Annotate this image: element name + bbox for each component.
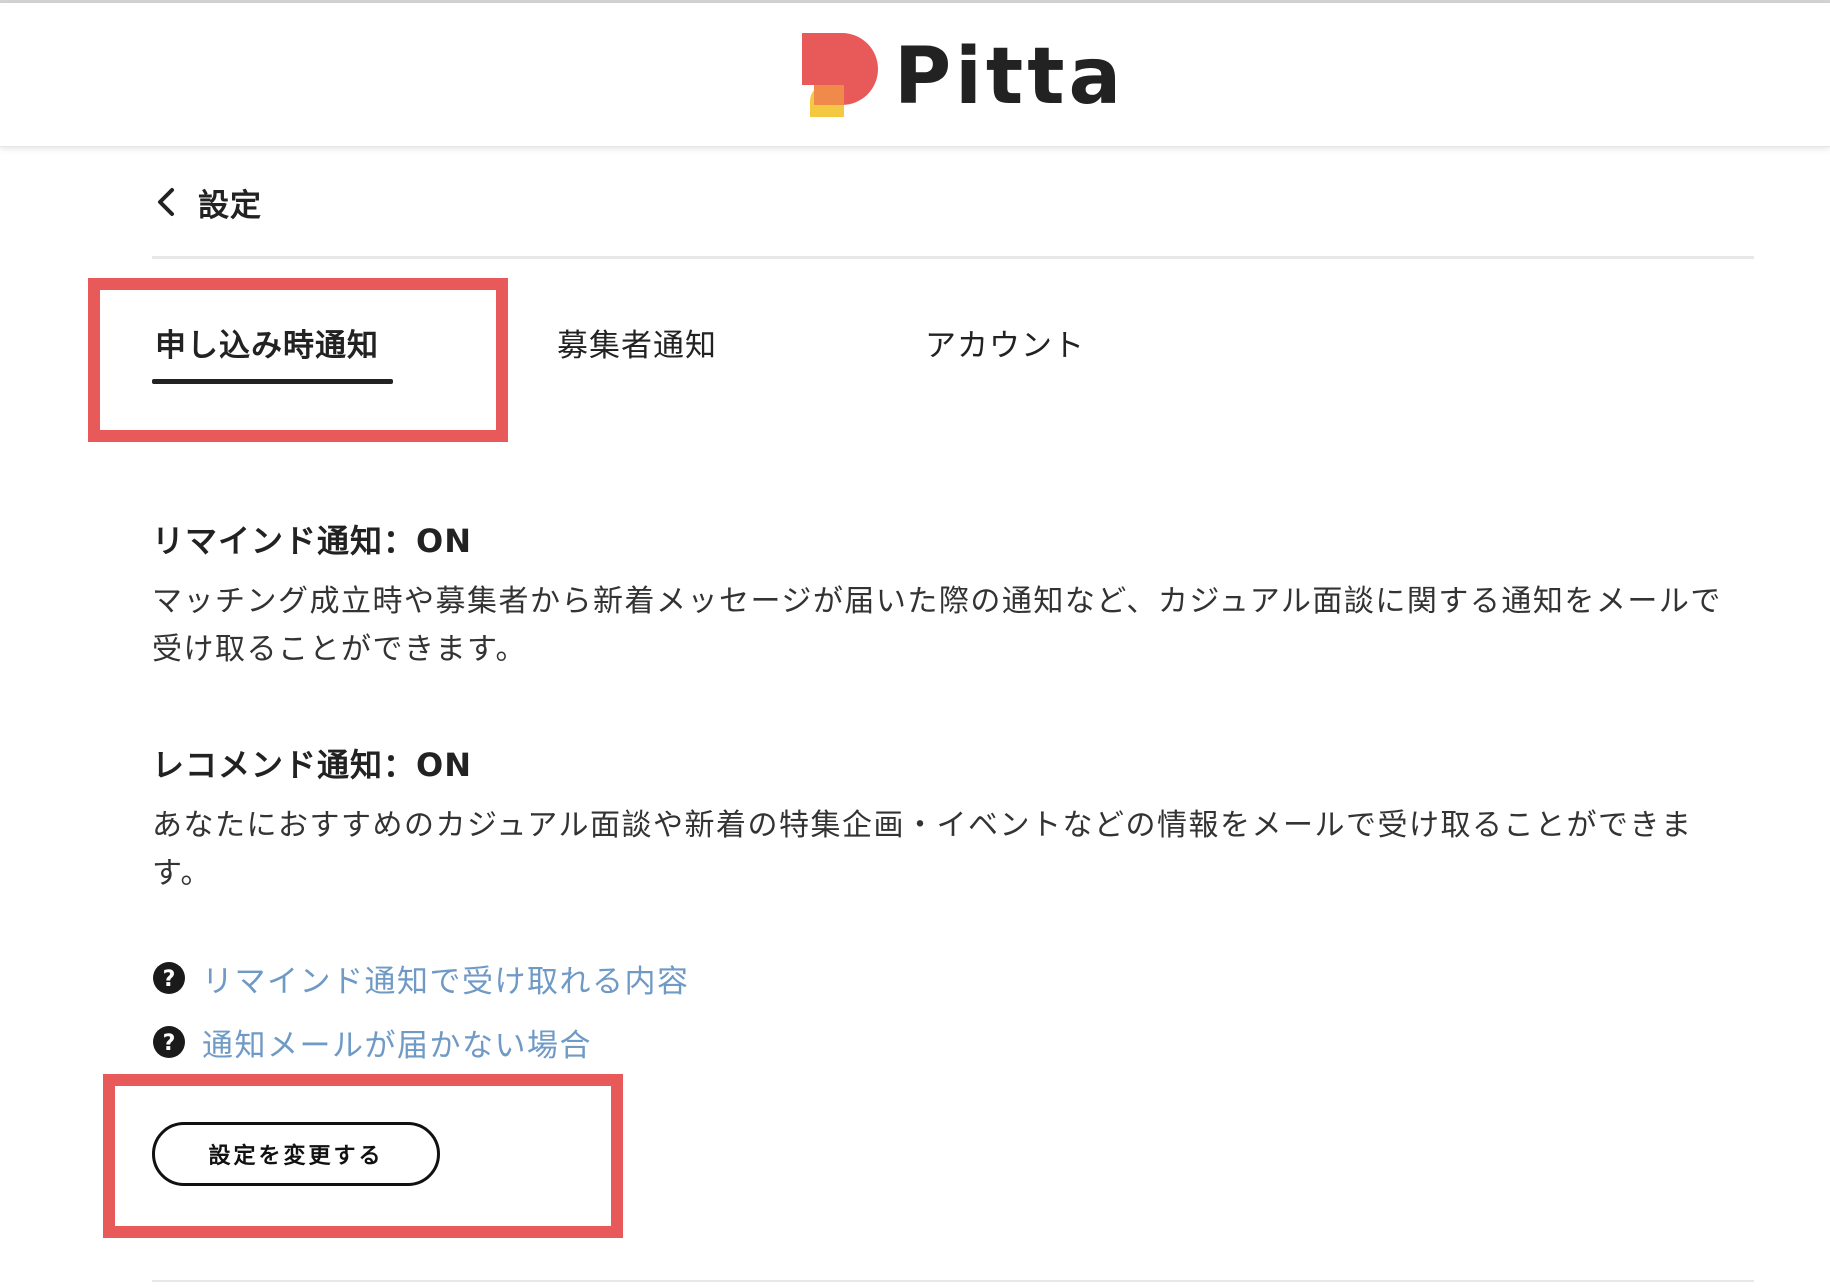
help-link-label[interactable]: 通知メールが届かない場合 bbox=[202, 1020, 592, 1065]
app-header: Pitta bbox=[0, 3, 1830, 147]
tab-account[interactable]: アカウント bbox=[925, 320, 1085, 365]
recommend-notification-title: レコメンド通知：ON bbox=[152, 746, 472, 784]
recommend-notification-description: あなたにおすすめのカジュアル面談や新着の特集企画・イベントなどの情報をメールで受… bbox=[152, 808, 1693, 891]
page-title: 設定 bbox=[198, 187, 262, 224]
tab-highlight-annotation bbox=[88, 278, 508, 442]
tab-recruiter-notification[interactable]: 募集者通知 bbox=[557, 320, 717, 365]
pitta-logo-mark-icon bbox=[802, 33, 878, 117]
header-divider bbox=[152, 256, 1754, 259]
question-circle-icon: ? bbox=[153, 1026, 185, 1058]
help-link-mail-not-received[interactable]: ? 通知メールが届かない場合 bbox=[152, 1020, 592, 1064]
question-circle-icon: ? bbox=[153, 962, 185, 994]
help-link-remind-contents[interactable]: ? リマインド通知で受け取れる内容 bbox=[152, 956, 690, 1000]
pitta-logo[interactable]: Pitta bbox=[800, 32, 1121, 123]
back-navigation[interactable]: 設定 bbox=[152, 172, 262, 232]
chevron-left-icon[interactable] bbox=[152, 182, 182, 222]
change-settings-button[interactable]: 設定を変更する bbox=[152, 1122, 440, 1186]
help-link-label[interactable]: リマインド通知で受け取れる内容 bbox=[202, 956, 690, 1001]
logo-wordmark: Pitta bbox=[894, 32, 1126, 122]
svg-text:?: ? bbox=[163, 1031, 176, 1056]
remind-notification-description: マッチング成立時や募集者から新着メッセージが届いた際の通知など、カジュアル面談に… bbox=[152, 584, 1722, 667]
remind-notification-title: リマインド通知：ON bbox=[152, 522, 472, 560]
svg-text:?: ? bbox=[163, 967, 176, 992]
footer-divider bbox=[152, 1280, 1754, 1282]
